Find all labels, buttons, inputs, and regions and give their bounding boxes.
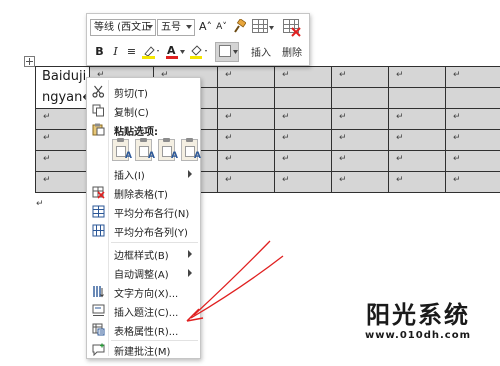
site-watermark: 阳光系统 www.010dh.com [348, 300, 488, 341]
watermark-url: www.010dh.com [364, 330, 472, 341]
watermark-title: 阳光系统 [366, 300, 470, 329]
